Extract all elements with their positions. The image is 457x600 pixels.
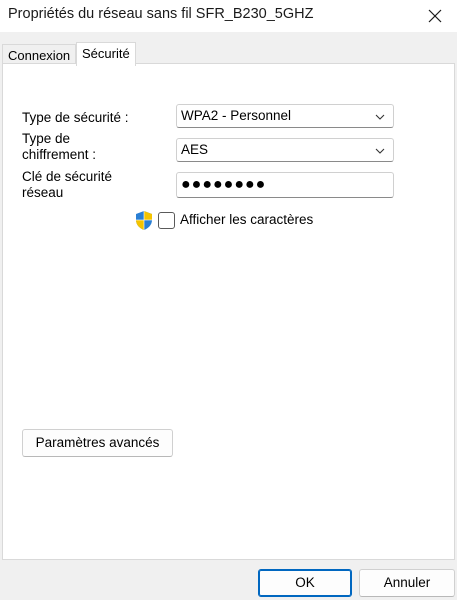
window-title: Propriétés du réseau sans fil SFR_B230_5…: [8, 6, 314, 22]
security-key-label-line1: Clé de sécurité: [22, 169, 113, 184]
encryption-type-select[interactable]: AES: [176, 138, 394, 162]
security-key-input[interactable]: ●●●●●●●●: [176, 172, 394, 198]
chevron-down-icon: [375, 148, 385, 154]
uac-shield-icon: [136, 211, 152, 230]
security-type-select[interactable]: WPA2 - Personnel: [176, 104, 394, 128]
title-bar: Propriétés du réseau sans fil SFR_B230_5…: [0, 0, 457, 32]
network-properties-dialog: Propriétés du réseau sans fil SFR_B230_5…: [0, 0, 457, 600]
close-icon: [428, 9, 442, 23]
encryption-type-value: AES: [181, 142, 209, 157]
security-key-value: ●●●●●●●●: [181, 176, 267, 193]
tab-connexion[interactable]: Connexion: [2, 44, 77, 65]
security-type-label: Type de sécurité :: [22, 110, 129, 125]
security-type-value: WPA2 - Personnel: [181, 108, 292, 123]
encryption-type-label-line2: chiffrement :: [22, 147, 97, 162]
ok-button[interactable]: OK: [258, 569, 352, 597]
close-button[interactable]: [413, 0, 457, 32]
cancel-button[interactable]: Annuler: [359, 569, 455, 597]
encryption-type-label-line1: Type de: [22, 131, 71, 146]
chevron-down-icon: [375, 114, 385, 120]
show-characters-label[interactable]: Afficher les caractères: [180, 212, 313, 227]
tab-securite[interactable]: Sécurité: [76, 42, 136, 66]
security-key-label-line2: réseau: [22, 185, 64, 200]
advanced-settings-button[interactable]: Paramètres avancés: [22, 429, 173, 457]
show-characters-checkbox[interactable]: [158, 212, 175, 229]
security-tab-panel: Type de sécurité : WPA2 - Personnel Type…: [2, 63, 455, 560]
